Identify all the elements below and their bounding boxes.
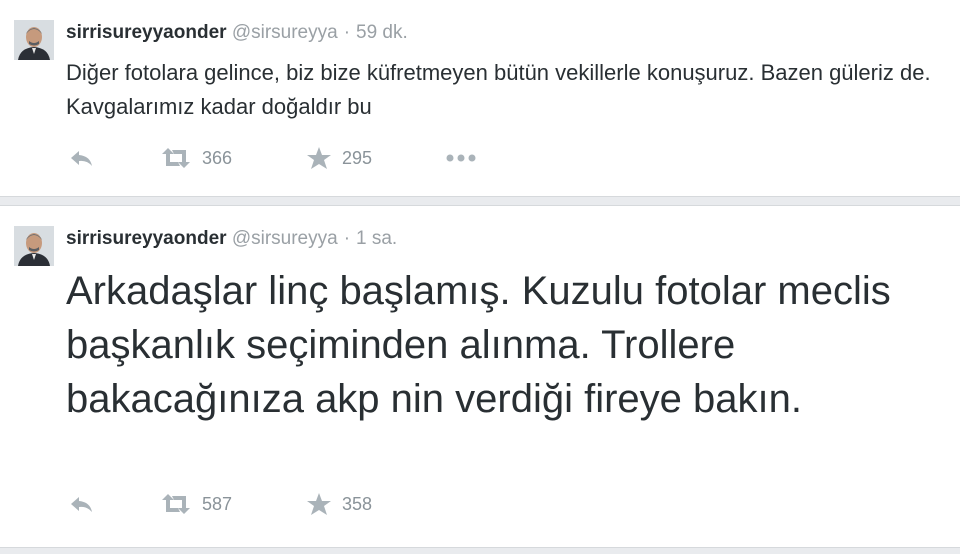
favorite-count: 358 [342,493,373,514]
favorite-button[interactable]: 295 [306,146,372,170]
avatar[interactable] [14,20,54,60]
retweet-count: 587 [202,493,233,514]
tweet-header: sirrisureyyaonder @sirsureyya · 59 dk. [66,22,408,44]
handle[interactable]: @sirsureyya [232,22,338,43]
favorite-count: 295 [342,147,373,168]
favorite-star-icon [306,492,332,516]
favorite-star-icon [306,146,332,170]
tweet-text: Diğer fotolara gelince, biz bize küfretm… [66,60,931,119]
separator: · [343,22,351,43]
more-button[interactable] [444,146,478,170]
timestamp[interactable]: 1 sa. [356,228,397,249]
favorite-button[interactable]: 358 [306,492,372,516]
retweet-icon [160,146,192,170]
tweet-2: sirrisureyyaonder @sirsureyya · 1 sa. Arka… [0,205,960,548]
display-name[interactable]: sirrisureyyaonder [66,228,227,249]
tweet-1: sirrisureyyaonder @sirsureyya · 59 dk. Diğ… [0,0,960,197]
display-name[interactable]: sirrisureyyaonder [66,22,227,43]
avatar[interactable] [14,226,54,266]
reply-icon [68,492,94,516]
tweet-header: sirrisureyyaonder @sirsureyya · 1 sa. [66,228,397,250]
retweet-icon [160,492,192,516]
retweet-button[interactable]: 587 [160,492,232,516]
tweet-text: Arkadaşlar linç başlamış. Kuzulu fotolar… [66,269,891,421]
more-dots-icon [444,146,478,170]
reply-button[interactable] [68,492,94,516]
handle[interactable]: @sirsureyya [232,228,338,249]
retweet-button[interactable]: 366 [160,146,232,170]
reply-icon [68,146,94,170]
separator: · [343,228,351,249]
retweet-count: 366 [202,147,233,168]
reply-button[interactable] [68,146,94,170]
timestamp[interactable]: 59 dk. [356,22,408,43]
